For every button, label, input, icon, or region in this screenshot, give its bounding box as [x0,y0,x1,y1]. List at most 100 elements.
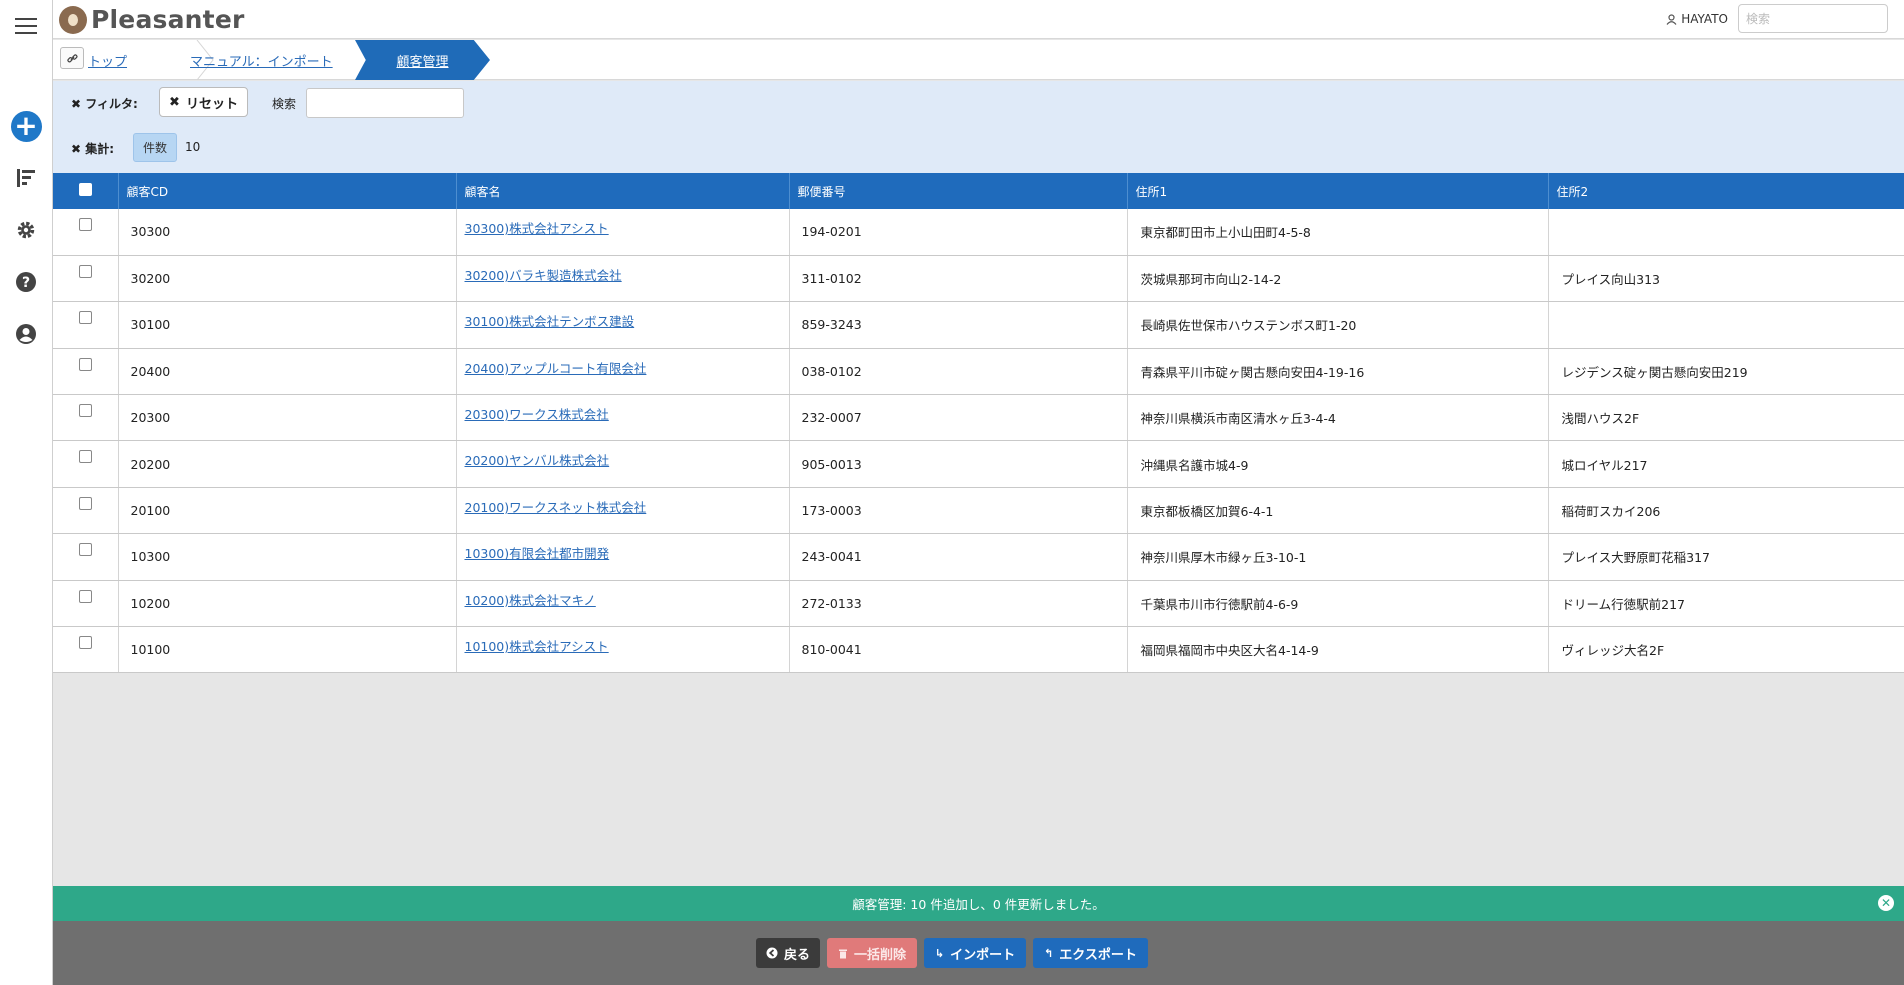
filter-label: フィルタ: [85,97,138,111]
row-checkbox[interactable] [78,636,92,650]
export-icon: ↰ [1044,946,1054,960]
table-row[interactable]: 20400 20400)アップルコート有限会社 038-0102 青森県平川市碇ヶ関古… [53,348,1904,396]
cell-cd: 30300 [118,209,457,256]
select-all-cell [53,173,119,209]
customer-name-link[interactable]: 10100)株式会社アシスト [465,639,609,654]
column-header-address2[interactable]: 住所2 [1548,173,1904,209]
cell-zip: 272-0133 [789,580,1128,628]
person-icon [1666,13,1677,25]
back-arrow-icon [766,947,778,959]
table-row[interactable]: 10200 10200)株式会社マキノ 272-0133 千葉県市川市行徳駅前4-6-… [53,580,1904,628]
column-header-zip[interactable]: 郵便番号 [789,173,1128,209]
close-icon[interactable]: ✕ [1878,895,1894,911]
row-select-cell [53,209,119,256]
cell-zip: 243-0041 [789,533,1128,581]
status-message: 顧客管理: 10 件追加し、0 件更新しました。 [852,897,1105,912]
cell-zip: 194-0201 [789,209,1128,256]
row-select-cell [53,255,119,303]
cell-zip: 905-0013 [789,440,1128,488]
table-row[interactable]: 30300 30300)株式会社アシスト 194-0201 東京都町田市上小山田町4-… [53,209,1904,256]
row-checkbox[interactable] [78,311,92,325]
row-checkbox[interactable] [78,218,92,231]
column-header-address1[interactable]: 住所1 [1127,173,1549,209]
row-select-cell [53,348,119,396]
customer-name-link[interactable]: 20300)ワークス株式会社 [465,407,609,422]
cell-zip: 232-0007 [789,394,1128,442]
user-icon[interactable] [0,321,52,347]
cell-name: 20200)ヤンバル株式会社 [456,440,790,488]
table-row[interactable]: 20200 20200)ヤンバル株式会社 905-0013 沖縄県名護市城4-9 城ロイ… [53,440,1904,488]
row-checkbox[interactable] [78,357,92,371]
side-rail: + ? [0,0,53,985]
current-user[interactable]: HAYATO [1666,12,1728,26]
back-label: 戻る [783,947,810,963]
new-item-icon[interactable]: + [0,110,52,142]
customer-name-link[interactable]: 30100)株式会社テンボス建設 [465,314,635,329]
grid-header-row: 顧客CD 顧客名 郵便番号 住所1 住所2 [53,173,1904,209]
filter-toggle[interactable]: ✖ フィルタ: [71,95,138,112]
cell-address1: 青森県平川市碇ヶ関古懸向安田4-19-16 [1127,348,1549,396]
row-checkbox[interactable] [78,450,92,464]
bulk-delete-button[interactable]: 一括削除 [827,938,917,968]
row-select-cell [53,394,119,442]
cell-address1: 長崎県佐世保市ハウステンボス町1-20 [1127,301,1549,349]
row-checkbox[interactable] [78,543,92,557]
breadcrumb-manual-import[interactable]: マニュアル：インポート [190,40,333,80]
row-checkbox[interactable] [78,404,92,418]
table-row[interactable]: 30200 30200)バラキ製造株式会社 311-0102 茨城県那珂市向山2-14… [53,255,1904,303]
menu-icon[interactable] [0,14,52,38]
import-button[interactable]: ↳ インポート [924,938,1026,968]
breadcrumb-current[interactable]: 顧客管理 [355,40,490,80]
breadcrumb-top[interactable]: トップ [88,40,127,80]
grid-body: 30300 30300)株式会社アシスト 194-0201 東京都町田市上小山田町4-… [53,209,1904,674]
header-search-input[interactable] [1738,4,1888,33]
table-row[interactable]: 10300 10300)有限会社都市開発 243-0041 神奈川県厚木市緑ヶ丘3-1… [53,533,1904,581]
count-value: 10 [185,140,201,154]
cell-address2: ドリーム行徳駅前217 [1548,580,1904,628]
reset-button[interactable]: ✖ リセット [159,87,248,117]
filter-search-input[interactable] [306,88,464,118]
trash-icon [838,949,847,958]
app-name: Pleasanter [91,5,245,34]
customer-name-link[interactable]: 20100)ワークスネット株式会社 [465,500,647,515]
table-row[interactable]: 20100 20100)ワークスネット株式会社 173-0003 東京都板橋区加賀6-… [53,487,1904,535]
cell-address2: レジデンス碇ヶ関古懸向安田219 [1548,348,1904,396]
cell-address1: 茨城県那珂市向山2-14-2 [1127,255,1549,303]
status-message-bar: 顧客管理: 10 件追加し、0 件更新しました。 ✕ [53,886,1904,921]
export-button[interactable]: ↰ エクスポート [1033,938,1148,968]
cell-address2: プレイス向山313 [1548,255,1904,303]
customer-name-link[interactable]: 30200)バラキ製造株式会社 [465,268,622,283]
column-header-name[interactable]: 顧客名 [456,173,790,209]
help-icon[interactable]: ? [0,269,52,295]
cell-cd: 20400 [118,348,457,396]
gear-icon[interactable] [0,217,52,243]
top-header: Pleasanter HAYATO [53,0,1904,39]
cell-address1: 千葉県市川市行徳駅前4-6-9 [1127,580,1549,628]
filter-panel: ✖ フィルタ: ✖ リセット 検索 ✖ 集計: 件数 10 [53,81,1904,173]
row-checkbox[interactable] [78,589,92,603]
count-chip[interactable]: 件数 [133,133,177,162]
cell-address1: 東京都板橋区加賀6-4-1 [1127,487,1549,535]
row-checkbox[interactable] [78,496,92,510]
customer-name-link[interactable]: 30300)株式会社アシスト [465,221,609,236]
cell-zip: 311-0102 [789,255,1128,303]
sort-icon[interactable] [0,165,52,191]
cell-cd: 10100 [118,626,457,674]
column-header-cd[interactable]: 顧客CD [118,173,457,209]
user-name: HAYATO [1681,12,1728,26]
link-icon[interactable] [60,47,84,69]
aggregate-toggle[interactable]: ✖ 集計: [71,140,114,157]
table-row[interactable]: 20300 20300)ワークス株式会社 232-0007 神奈川県横浜市南区清水ヶ丘… [53,394,1904,442]
app-logo[interactable]: Pleasanter [59,3,245,36]
back-button[interactable]: 戻る [756,938,820,968]
row-checkbox[interactable] [78,264,92,278]
customer-name-link[interactable]: 20400)アップルコート有限会社 [465,361,647,376]
select-all-checkbox[interactable] [78,183,92,196]
table-row[interactable]: 30100 30100)株式会社テンボス建設 859-3243 長崎県佐世保市ハウステ… [53,301,1904,349]
cell-name: 30200)バラキ製造株式会社 [456,255,790,303]
customer-name-link[interactable]: 10200)株式会社マキノ [465,593,596,608]
customer-name-link[interactable]: 10300)有限会社都市開発 [465,546,610,561]
reset-label: リセット [185,96,238,112]
customer-name-link[interactable]: 20200)ヤンバル株式会社 [465,453,610,468]
table-row[interactable]: 10100 10100)株式会社アシスト 810-0041 福岡県福岡市中央区大名4-… [53,626,1904,674]
